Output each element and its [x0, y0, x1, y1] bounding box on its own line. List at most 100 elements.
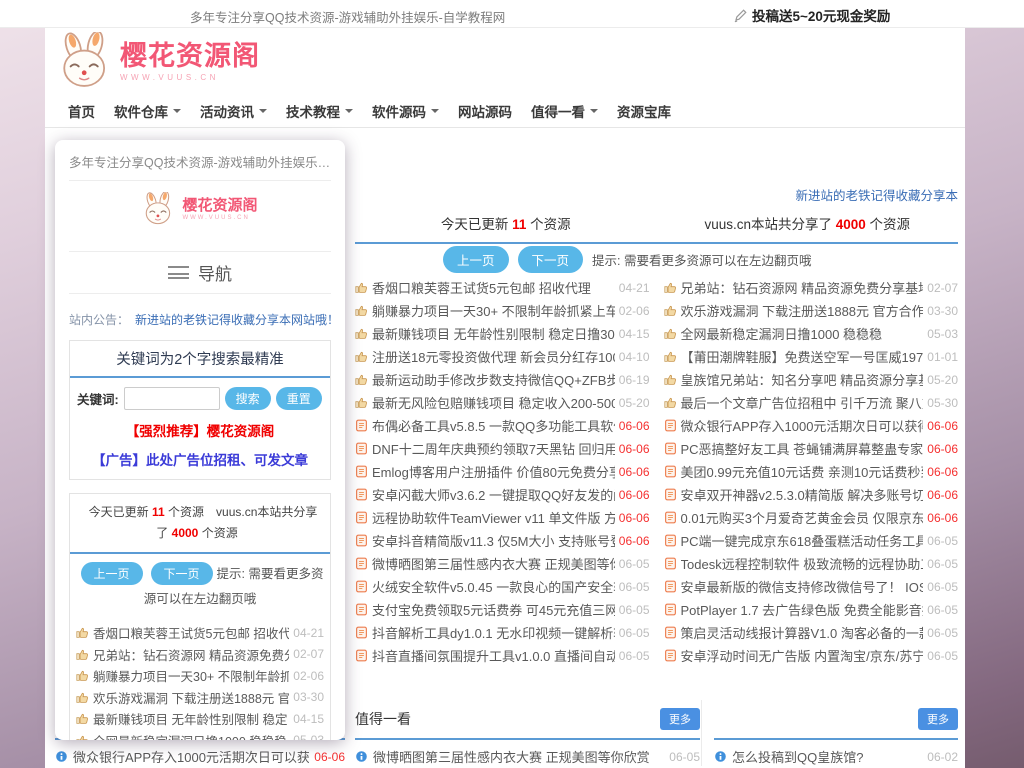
more-button[interactable]: 更多 — [918, 708, 958, 730]
list-item[interactable]: 兄弟站：钻石资源网 精品资源免费分享基地 02-07 — [664, 276, 959, 299]
next-page-button[interactable]: 下一页 — [518, 246, 584, 273]
reset-button[interactable]: 重置 — [276, 387, 322, 410]
resource-title[interactable]: 皇族馆兄弟站：知名分享吧 精品资源分享基地 — [681, 370, 924, 389]
list-item[interactable]: 支付宝免费领取5元话费券 可45元充值三网50 06-05 — [355, 598, 650, 621]
nav-item[interactable]: 软件源码 — [372, 101, 439, 121]
nav-item[interactable]: 网站源码 — [458, 101, 512, 121]
prev-page-button[interactable]: 上一页 — [443, 246, 509, 273]
list-item[interactable]: 最新赚钱项目 无年龄性别限制 稳定日撸300+ 04-15 — [355, 322, 650, 345]
resource-title[interactable]: DNF十二周年庆典预约领取7天黑钻 回归用户 — [372, 439, 615, 458]
resource-title[interactable]: 最新运动助手修改步数支持微信QQ+ZFB步 — [372, 370, 615, 389]
search-button[interactable]: 搜索 — [225, 387, 271, 410]
resource-title[interactable]: 注册送18元零投资做代理 新会员分红存1000 — [372, 347, 615, 366]
list-item[interactable]: 怎么投稿到QQ皇族馆? 06-02 — [714, 747, 958, 766]
resource-title[interactable]: 策启灵活动线报计算器V1.0 淘客必备的一款软 — [681, 623, 924, 642]
resource-title[interactable]: 支付宝免费领取5元话费券 可45元充值三网50 — [372, 600, 615, 619]
more-button[interactable]: 更多 — [660, 708, 700, 730]
list-item[interactable]: 最新无风险包赔赚钱项目 稳定收入200-500元 05-20 — [355, 391, 650, 414]
list-item[interactable]: 微博晒图第三届性感内衣大赛 正规美图等你欣赏 06-05 — [355, 747, 700, 766]
resource-title[interactable]: PC恶搞整好友工具 苍蝇铺满屏幕整蛊专家 效 — [681, 439, 924, 458]
resource-title[interactable]: 布偶必备工具v5.8.5 一款QQ多功能工具软件 — [372, 416, 615, 435]
resource-title[interactable]: PC端一键完成京东618叠蛋糕活动任务工具 — [681, 531, 924, 550]
resource-title[interactable]: 全网最新稳定漏洞日撸1000 稳稳稳 — [93, 731, 289, 740]
site-logo[interactable]: 樱花资源阁 WWW.VUUS.CN — [69, 189, 331, 229]
resource-title[interactable]: 全网最新稳定漏洞日撸1000 稳稳稳 — [681, 324, 924, 343]
site-logo[interactable]: 樱花资源阁 WWW.VUUS.CN — [57, 32, 260, 90]
resource-title[interactable]: 躺赚暴力项目一天30+ 不限制年龄抓紧上车 — [93, 666, 289, 685]
list-item[interactable]: PC恶搞整好友工具 苍蝇铺满屏幕整蛊专家 效 06-06 — [664, 437, 959, 460]
list-item[interactable]: 微众银行APP存入1000元活期次日可以获得无门 06-06 — [664, 414, 959, 437]
resource-title[interactable]: 欢乐游戏漏洞 下载注册送1888元 官方合作 — [681, 301, 924, 320]
resource-title[interactable]: 微博晒图第三届性感内衣大赛 正规美图等你欣赏 — [373, 747, 664, 766]
list-item[interactable]: 安卓最新版的微信支持修改微信号了！ IOS版 06-05 — [664, 575, 959, 598]
list-item[interactable]: PC端一键完成京东618叠蛋糕活动任务工具 06-05 — [664, 529, 959, 552]
resource-title[interactable]: 安卓最新版的微信支持修改微信号了！ IOS版 — [681, 577, 924, 596]
resource-title[interactable]: 兄弟站：钻石资源网 精品资源免费分享基地 — [681, 278, 924, 297]
promo-link-recommend[interactable]: 【强烈推荐】樱花资源阁 — [70, 420, 330, 440]
list-item[interactable]: 微博晒图第三届性感内衣大赛 正规美图等你欣 06-05 — [355, 552, 650, 575]
notice-text[interactable]: 新进站的老铁记得收藏分享本网站哦！ — [135, 311, 331, 328]
resource-title[interactable]: 火绒安全软件v5.0.45 一款良心的国产安全软件 — [372, 577, 615, 596]
list-item[interactable]: 欢乐游戏漏洞 下载注册送1888元 官方合作 03-30 — [664, 299, 959, 322]
promo-link-ad[interactable]: 【广告】此处广告位招租、可发文章 — [70, 449, 330, 469]
search-input[interactable] — [124, 387, 220, 410]
list-item[interactable]: 全网最新稳定漏洞日撸1000 稳稳稳 05-03 — [76, 730, 324, 741]
list-item[interactable]: 最新运动助手修改步数支持微信QQ+ZFB步 06-19 — [355, 368, 650, 391]
resource-title[interactable]: 最新无风险包赔赚钱项目 稳定收入200-500元 — [372, 393, 615, 412]
nav-item[interactable]: 值得一看 — [531, 101, 598, 121]
resource-title[interactable]: 0.01元购买3个月爱奇艺黄金会员 仅限京东白 — [681, 508, 924, 527]
resource-title[interactable]: 微众银行APP存入1000元活期次日可以获得无门 — [681, 416, 924, 435]
list-item[interactable]: 火绒安全软件v5.0.45 一款良心的国产安全软件 06-05 — [355, 575, 650, 598]
list-item[interactable]: PotPlayer 1.7 去广告绿色版 免费全能影音播 06-05 — [664, 598, 959, 621]
list-item[interactable]: 安卓浮动时间无广告版 内置淘宝/京东/苏宁/拾 06-05 — [664, 644, 959, 667]
nav-item[interactable]: 技术教程 — [286, 101, 353, 121]
resource-title[interactable]: 最新赚钱项目 无年龄性别限制 稳定日撸300+ — [93, 709, 289, 728]
list-item[interactable]: 策启灵活动线报计算器V1.0 淘客必备的一款软 06-05 — [664, 621, 959, 644]
resource-title[interactable]: 兄弟站：钻石资源网 精品资源免费分享基地 — [93, 645, 289, 664]
list-item[interactable]: 安卓双开神器v2.5.3.0精简版 解决多账号切换 06-06 — [664, 483, 959, 506]
resource-title[interactable]: 香烟口粮芙蓉王试货5元包邮 招收代理 — [372, 278, 615, 297]
resource-title[interactable]: 微众银行APP存入1000元活期次日可以获得无门 — [73, 747, 309, 766]
resource-title[interactable]: 抖音直播间氛围提升工具v1.0.0 直播间自动发 — [372, 646, 615, 665]
list-item[interactable]: 全网最新稳定漏洞日撸1000 稳稳稳 05-03 — [664, 322, 959, 345]
list-item[interactable]: 【莆田潮牌鞋服】免费送空军一号匡威1970s 01-01 — [664, 345, 959, 368]
resource-title[interactable]: 最后一个文章广告位招租中 引千万流 聚八方 — [681, 393, 924, 412]
resource-title[interactable]: 安卓浮动时间无广告版 内置淘宝/京东/苏宁/拾 — [681, 646, 924, 665]
nav-toggle[interactable]: 导航 — [69, 252, 331, 293]
resource-title[interactable]: Emlog博客用户注册插件 价值80元免费分享 — [372, 462, 615, 481]
list-item[interactable]: 香烟口粮芙蓉王试货5元包邮 招收代理 04-21 — [355, 276, 650, 299]
list-item[interactable]: 注册送18元零投资做代理 新会员分红存1000 04-10 — [355, 345, 650, 368]
nav-item[interactable]: 资源宝库 — [617, 101, 671, 121]
list-item[interactable]: 安卓闪截大师v3.6.2 一键提取QQ好友发的闪图 06-06 — [355, 483, 650, 506]
nav-item[interactable]: 首页 — [68, 101, 95, 121]
resource-title[interactable]: PotPlayer 1.7 去广告绿色版 免费全能影音播 — [681, 600, 924, 619]
resource-title[interactable]: 抖音解析工具dy1.0.1 无水印视频一键解析软件 — [372, 623, 615, 642]
list-item[interactable]: 兄弟站：钻石资源网 精品资源免费分享基地 02-07 — [76, 644, 324, 666]
list-item[interactable]: 躺赚暴力项目一天30+ 不限制年龄抓紧上车 02-06 — [76, 665, 324, 687]
next-page-button[interactable]: 下一页 — [151, 562, 213, 585]
submit-reward-link[interactable]: 投稿送5~20元现金奖励 — [733, 5, 890, 25]
list-item[interactable]: 微众银行APP存入1000元活期次日可以获得无门 06-06 — [55, 747, 345, 766]
list-item[interactable]: 0.01元购买3个月爱奇艺黄金会员 仅限京东白 06-06 — [664, 506, 959, 529]
list-item[interactable]: 远程协助软件TeamViewer v11 单文件版 方便 06-06 — [355, 506, 650, 529]
resource-title[interactable]: 安卓双开神器v2.5.3.0精简版 解决多账号切换 — [681, 485, 924, 504]
list-item[interactable]: 布偶必备工具v5.8.5 一款QQ多功能工具软件 06-06 — [355, 414, 650, 437]
list-item[interactable]: 抖音直播间氛围提升工具v1.0.0 直播间自动发 06-05 — [355, 644, 650, 667]
resource-title[interactable]: 美团0.99元充值10元话费 亲测10元话费秒到 — [681, 462, 924, 481]
list-item[interactable]: 香烟口粮芙蓉王试货5元包邮 招收代理 04-21 — [76, 622, 324, 644]
nav-item[interactable]: 软件仓库 — [114, 101, 181, 121]
list-item[interactable]: Emlog博客用户注册插件 价值80元免费分享 06-06 — [355, 460, 650, 483]
list-item[interactable]: 皇族馆兄弟站：知名分享吧 精品资源分享基地 05-20 — [664, 368, 959, 391]
resource-title[interactable]: 欢乐游戏漏洞 下载注册送1888元 官方合作 — [93, 688, 289, 707]
list-item[interactable]: 抖音解析工具dy1.0.1 无水印视频一键解析软件 06-05 — [355, 621, 650, 644]
resource-title[interactable]: 香烟口粮芙蓉王试货5元包邮 招收代理 — [93, 623, 289, 642]
list-item[interactable]: DNF十二周年庆典预约领取7天黑钻 回归用户 06-06 — [355, 437, 650, 460]
resource-title[interactable]: 安卓抖音精简版v11.3 仅5M大小 支持账号登录 — [372, 531, 615, 550]
resource-title[interactable]: 微博晒图第三届性感内衣大赛 正规美图等你欣 — [372, 554, 615, 573]
list-item[interactable]: 安卓抖音精简版v11.3 仅5M大小 支持账号登录 06-06 — [355, 529, 650, 552]
prev-page-button[interactable]: 上一页 — [81, 562, 143, 585]
resource-title[interactable]: 安卓闪截大师v3.6.2 一键提取QQ好友发的闪图 — [372, 485, 615, 504]
list-item[interactable]: 最后一个文章广告位招租中 引千万流 聚八方 05-30 — [664, 391, 959, 414]
resource-title[interactable]: 远程协助软件TeamViewer v11 单文件版 方便 — [372, 508, 615, 527]
list-item[interactable]: Todesk远程控制软件 极致流畅的远程协助工具 06-05 — [664, 552, 959, 575]
